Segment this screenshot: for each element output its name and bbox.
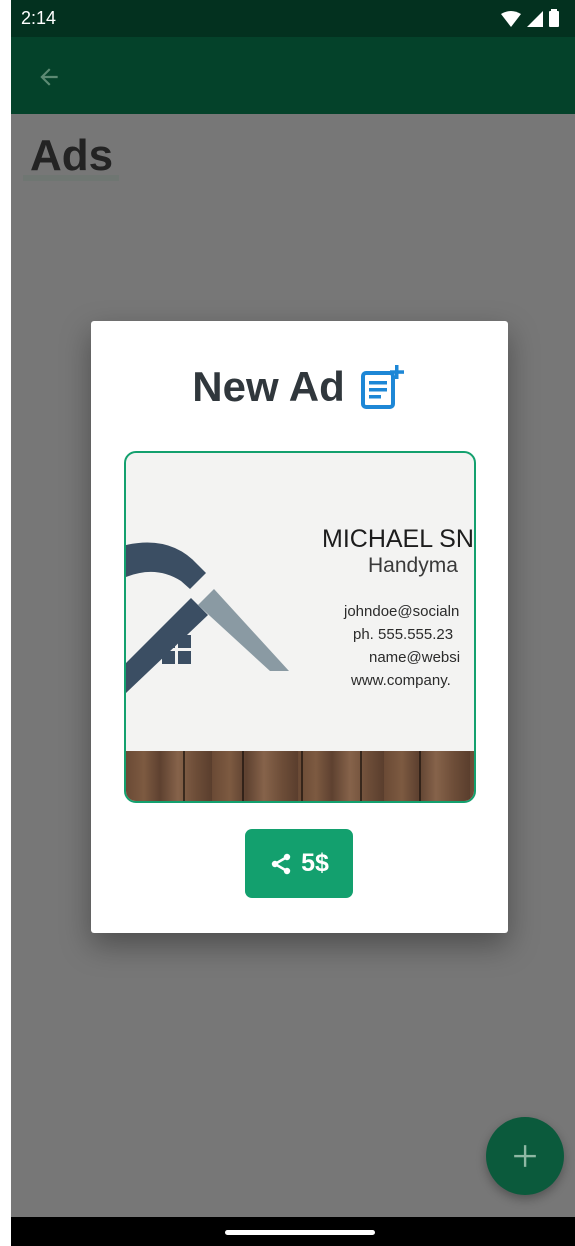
home-gesture-handle[interactable] (225, 1230, 375, 1235)
card-role: Handyma (368, 554, 458, 577)
note-add-icon (360, 365, 404, 409)
ad-card-image[interactable]: MICHAEL SN Handyma johndoe@socialn ph. 5… (124, 451, 476, 803)
app-bar (11, 37, 575, 114)
card-website: www.company. (351, 672, 451, 689)
share-button[interactable]: 5$ (245, 829, 353, 898)
page-title: Ads (30, 131, 114, 180)
card-name: MICHAEL SN (322, 525, 474, 553)
new-ad-dialog: New Ad MICHAEL SN Handyma johndoe@social… (91, 321, 508, 933)
status-time: 2:14 (21, 8, 57, 28)
add-ad-fab[interactable] (486, 1117, 564, 1195)
arrow-left-icon (40, 68, 58, 86)
card-email: johndoe@socialn (344, 603, 460, 620)
card-email-alt: name@websi (369, 649, 461, 666)
navigation-bar (11, 1217, 575, 1246)
card-phone: ph. 555.555.23 (353, 626, 454, 643)
share-icon (271, 853, 291, 874)
wifi-icon (501, 11, 521, 27)
signal-icon (527, 11, 543, 27)
dialog-header: New Ad (91, 363, 508, 411)
app-screen: 2:14 Ads New Ad MICHAEL SN Handyma johnd… (11, 0, 575, 1246)
status-icons (501, 9, 559, 27)
dialog-title: New Ad (192, 363, 345, 410)
wood-strip (126, 751, 474, 801)
house-hammer-logo (126, 542, 289, 693)
status-bar: 2:14 (11, 0, 575, 37)
back-button[interactable] (31, 59, 67, 95)
plus-icon (514, 1145, 536, 1167)
battery-icon (549, 9, 559, 27)
share-price: 5$ (301, 849, 329, 877)
